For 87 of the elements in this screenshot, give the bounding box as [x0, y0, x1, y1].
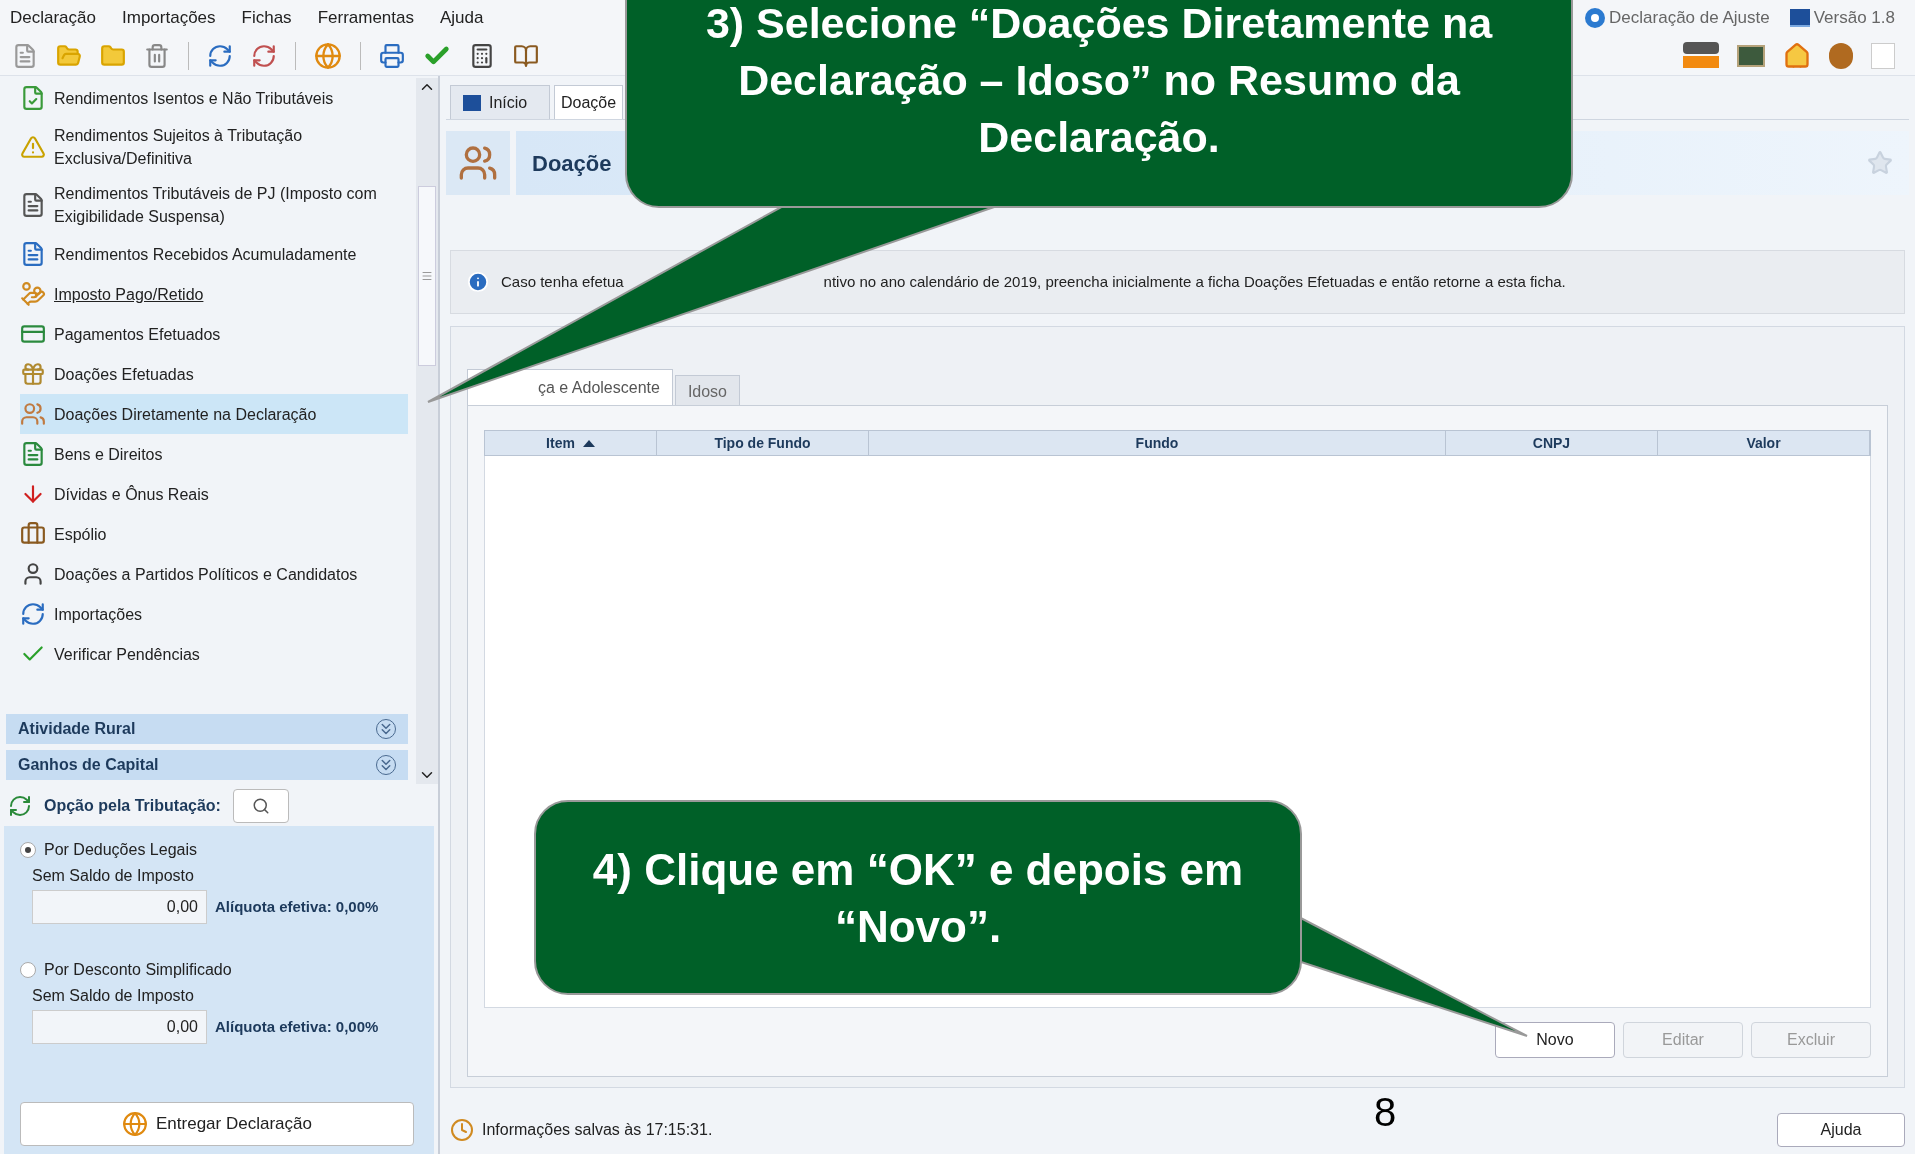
declaration-mode-label: Declaração de Ajuste	[1609, 7, 1770, 30]
globe-icon	[122, 1111, 149, 1137]
column-header[interactable]: Fundo	[869, 431, 1446, 455]
item-icon	[20, 192, 46, 218]
info-icon	[467, 271, 489, 293]
callout-text: 3) Selecione “Doações Diretamente na Declaração – Idoso” no Resumo da Declaração.	[704, 0, 1494, 163]
chalkboard-icon[interactable]	[1737, 44, 1765, 67]
column-header[interactable]: Tipo de Fundo	[657, 431, 869, 455]
sidebar-item[interactable]: Rendimentos Isentos e Não Tributáveis	[20, 78, 408, 118]
sidebar-item[interactable]: Imposto Pago/Retido	[20, 274, 408, 314]
tab[interactable]: Doaçõe	[554, 85, 624, 119]
home-icon[interactable]	[1783, 41, 1811, 70]
refresh-icon[interactable]	[207, 42, 233, 69]
grip-icon[interactable]	[421, 270, 433, 282]
sidebar-item[interactable]: Doações a Partidos Políticos e Candidatos	[20, 554, 408, 594]
open-folder-icon[interactable]	[56, 42, 82, 69]
help-book-icon[interactable]	[513, 42, 539, 69]
page-title: Doaçõe	[532, 149, 612, 178]
sidebar-item[interactable]: Rendimentos Recebidos Acumuladamente	[20, 234, 408, 274]
sidebar-item[interactable]: Pagamentos Efetuados	[20, 314, 408, 354]
mode-badge-icon	[1585, 8, 1606, 28]
star-icon[interactable]	[1867, 150, 1893, 176]
item-icon	[20, 85, 46, 111]
folder-icon[interactable]	[100, 42, 126, 69]
callout-text: 4) Clique em “OK” e depois em “Novo”.	[591, 843, 1245, 953]
globe-icon[interactable]	[314, 41, 342, 70]
item-icon	[20, 241, 46, 267]
amount-field[interactable]: 0,00	[32, 1010, 207, 1044]
radio-button[interactable]	[20, 962, 36, 978]
column-header[interactable]: Valor	[1658, 431, 1870, 455]
item-icon	[20, 441, 46, 467]
menu-item[interactable]: Ajuda	[438, 5, 486, 31]
column-header[interactable]: Item	[485, 431, 657, 455]
sidebar-item[interactable]: Importações	[20, 594, 408, 634]
calculator-icon[interactable]	[469, 42, 495, 69]
menu-item[interactable]: Declaração	[8, 5, 98, 31]
search-button[interactable]	[232, 789, 289, 823]
menu-item[interactable]: Ferramentas	[315, 5, 416, 31]
menu-item[interactable]: Importações	[120, 5, 218, 31]
radio-label: Por Desconto Simplificado	[44, 960, 232, 980]
info-text: Caso tenha efetua	[501, 271, 624, 292]
scrollbar[interactable]	[416, 78, 438, 784]
sidebar-item[interactable]: Rendimentos Sujeitos à Tributação Exclusiva/Definitiva	[20, 118, 408, 176]
action-button[interactable]: Novo	[1495, 1022, 1615, 1058]
column-header[interactable]: CNPJ	[1446, 431, 1658, 455]
radio-label: Por Deduções Legais	[44, 840, 197, 860]
item-icon	[20, 281, 46, 307]
section-header[interactable]: Ganhos de Capital	[6, 750, 408, 780]
status-text: Informações salvas às 17:15:31.	[482, 1120, 713, 1140]
deliver-button[interactable]: Entregar Declaração	[20, 1102, 414, 1146]
item-icon	[20, 361, 46, 387]
swap-arrows-icon	[8, 794, 32, 818]
tax-option-label: Opção pela Tributação:	[44, 796, 221, 816]
help-button[interactable]: Ajuda	[1777, 1113, 1905, 1147]
info-text: ntivo no ano calendário de 2019, preencha inicialmente a ficha Doações Efetuadas e então retorne a esta ficha.	[823, 271, 1566, 292]
item-icon	[20, 521, 46, 547]
people-icon	[446, 131, 510, 195]
effective-rate: Alíquota efetiva: 0,00%	[215, 1016, 379, 1037]
clock-check-icon	[450, 1118, 474, 1142]
sync-icon[interactable]	[251, 42, 277, 69]
sidebar-item[interactable]: Bens e Direitos	[20, 434, 408, 474]
radio-button[interactable]	[20, 842, 36, 858]
item-icon	[20, 601, 46, 627]
new-file-icon[interactable]	[12, 42, 38, 69]
page-number: 8	[1374, 1089, 1397, 1136]
item-icon	[20, 134, 46, 160]
item-icon	[20, 401, 46, 427]
tab[interactable]: ça e Adolescente	[467, 369, 673, 405]
sort-up-icon	[582, 439, 595, 447]
sidebar-item[interactable]: Verificar Pendências	[20, 634, 408, 674]
tab[interactable]: Início	[450, 85, 550, 119]
menu-item[interactable]: Fichas	[239, 5, 294, 31]
amount-field[interactable]: 0,00	[32, 890, 207, 924]
section-header[interactable]: Atividade Rural	[6, 714, 408, 744]
sidebar-item[interactable]: Doações Efetuadas	[20, 354, 408, 394]
tab[interactable]: Idoso	[674, 375, 740, 405]
balance-status: Sem Saldo de Imposto	[32, 866, 195, 886]
sidebar-item[interactable]: Rendimentos Tributáveis de PJ (Imposto com Exigibilidade Suspensa)	[20, 176, 408, 234]
effective-rate: Alíquota efetiva: 0,00%	[215, 896, 379, 917]
trash-icon[interactable]	[144, 42, 170, 69]
sidebar-item[interactable]: Doações Diretamente na Declaração	[20, 394, 408, 434]
version-label: Versão 1.8	[1813, 7, 1895, 30]
print-icon[interactable]	[379, 42, 405, 69]
balance-status: Sem Saldo de Imposto	[32, 986, 195, 1006]
sidebar-item[interactable]: Dívidas e Ônus Reais	[20, 474, 408, 514]
search-icon	[251, 797, 270, 815]
sidebar-item[interactable]: Espólio	[20, 514, 408, 554]
